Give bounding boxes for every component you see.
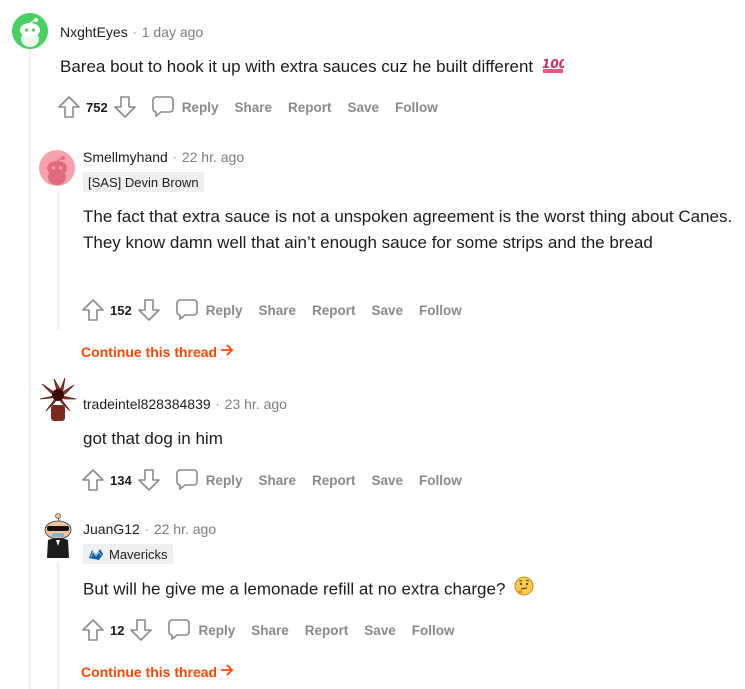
separator: · — [215, 397, 220, 411]
author-name[interactable]: NxghtEyes — [60, 24, 128, 40]
save-button[interactable]: Save — [372, 473, 404, 488]
comment-text: got that dog in him — [83, 429, 223, 448]
flair-text: [SAS] Devin Brown — [88, 174, 199, 190]
avatar[interactable] — [38, 375, 78, 423]
save-button[interactable]: Save — [348, 100, 380, 115]
continue-thread-label: Continue this thread — [81, 663, 218, 680]
comment-body: got that dog in him — [83, 426, 738, 452]
comment-actions: 152 Reply Share Report Save Follow — [82, 296, 462, 324]
save-button[interactable]: Save — [364, 623, 396, 638]
share-button[interactable]: Share — [258, 473, 296, 488]
continue-thread-label: Continue this thread — [81, 343, 218, 360]
separator: · — [172, 150, 177, 164]
avatar[interactable] — [38, 512, 78, 560]
user-flair: Mavericks — [83, 544, 173, 564]
reply-bubble-icon — [168, 618, 191, 643]
timestamp[interactable]: 1 day ago — [142, 24, 204, 40]
vote-group: 12 — [82, 618, 153, 642]
downvote-icon[interactable] — [113, 95, 136, 119]
vote-group: 752 — [58, 95, 136, 119]
author-name[interactable]: JuanG12 — [83, 521, 140, 537]
share-button[interactable]: Share — [258, 303, 296, 318]
vote-count: 12 — [110, 622, 125, 638]
reply-label: Reply — [205, 472, 243, 488]
upvote-icon[interactable] — [58, 95, 80, 119]
report-button[interactable]: Report — [312, 473, 356, 488]
upvote-icon[interactable] — [82, 618, 104, 642]
vote-group: 134 — [82, 468, 160, 492]
timestamp[interactable]: 22 hr. ago — [182, 149, 244, 165]
comment-body: Barea bout to hook it up with extra sauc… — [60, 54, 730, 81]
share-button[interactable]: Share — [251, 623, 289, 638]
downvote-icon[interactable] — [130, 618, 153, 642]
continue-thread-link[interactable]: Continue this thread — [81, 663, 234, 680]
svg-text:100: 100 — [542, 57, 564, 71]
mavericks-logo-icon — [87, 546, 105, 562]
vote-count: 752 — [86, 99, 108, 115]
100-emoji-icon: 100 — [542, 55, 567, 81]
reply-bubble-icon — [175, 298, 198, 323]
follow-button[interactable]: Follow — [419, 303, 462, 318]
timestamp[interactable]: 23 hr. ago — [225, 396, 287, 412]
reply-button[interactable]: Reply — [175, 468, 243, 493]
author-name[interactable]: tradeintel828384839 — [83, 396, 211, 412]
snoo-avatar-icon — [12, 13, 48, 49]
comment-text: But will he give me a lemonade refill at… — [83, 579, 506, 599]
flair-text: Mavericks — [109, 546, 168, 562]
thinking-face-emoji-icon — [514, 576, 534, 604]
avatar[interactable] — [39, 150, 75, 186]
reply-label: Reply — [181, 99, 219, 115]
report-button[interactable]: Report — [288, 100, 332, 115]
timestamp[interactable]: 22 hr. ago — [154, 521, 216, 537]
reply-button[interactable]: Reply — [168, 618, 235, 643]
save-button[interactable]: Save — [372, 303, 404, 318]
share-button[interactable]: Share — [234, 100, 272, 115]
separator: · — [132, 25, 137, 39]
separator: · — [144, 522, 149, 536]
vote-count: 152 — [110, 302, 132, 318]
thread-line-root[interactable] — [29, 50, 31, 689]
vote-count: 134 — [110, 472, 132, 488]
vote-group: 152 — [82, 298, 160, 322]
comment-body: But will he give me a lemonade refill at… — [83, 576, 738, 604]
reply-label: Reply — [198, 622, 236, 638]
reply-bubble-icon — [175, 468, 198, 493]
comment-body: The fact that extra sauce is not a unspo… — [83, 204, 738, 256]
comment-meta: Smellmyhand · 22 hr. ago — [83, 149, 244, 165]
comment-actions: 12 Reply Share Report Save Follow — [82, 616, 455, 644]
comment-text: Barea bout to hook it up with extra sauc… — [60, 57, 534, 76]
report-button[interactable]: Report — [312, 303, 356, 318]
downvote-icon[interactable] — [137, 468, 160, 492]
reply-label: Reply — [205, 302, 243, 318]
arrow-right-icon — [220, 663, 234, 680]
author-name[interactable]: Smellmyhand — [83, 149, 168, 165]
user-flair: [SAS] Devin Brown — [83, 172, 204, 192]
report-button[interactable]: Report — [305, 623, 349, 638]
continue-thread-link[interactable]: Continue this thread — [81, 343, 234, 360]
downvote-icon[interactable] — [137, 298, 160, 322]
comment-meta: NxghtEyes · 1 day ago — [60, 24, 203, 40]
reply-button[interactable]: Reply — [151, 95, 219, 120]
thread-line-reply[interactable] — [57, 190, 59, 330]
follow-button[interactable]: Follow — [395, 100, 438, 115]
demogorgon-avatar-icon — [39, 377, 77, 421]
follow-button[interactable]: Follow — [419, 473, 462, 488]
comment-meta: JuanG12 · 22 hr. ago — [83, 521, 216, 537]
avatar[interactable] — [12, 13, 48, 49]
upvote-icon[interactable] — [82, 468, 104, 492]
upvote-icon[interactable] — [82, 298, 104, 322]
comment-actions: 752 Reply Share Report Save Follow — [58, 93, 438, 121]
thread-line-reply-3[interactable] — [57, 562, 59, 689]
snoo-avatar-icon — [39, 150, 75, 186]
reply-button[interactable]: Reply — [175, 298, 243, 323]
comment-meta: tradeintel828384839 · 23 hr. ago — [83, 396, 287, 412]
comment-text: The fact that extra sauce is not a unspo… — [83, 207, 733, 252]
follow-button[interactable]: Follow — [412, 623, 455, 638]
reply-bubble-icon — [151, 95, 174, 120]
snoo-avatar-icon — [44, 513, 72, 558]
arrow-right-icon — [220, 343, 234, 360]
comment-actions: 134 Reply Share Report Save Follow — [82, 466, 462, 494]
